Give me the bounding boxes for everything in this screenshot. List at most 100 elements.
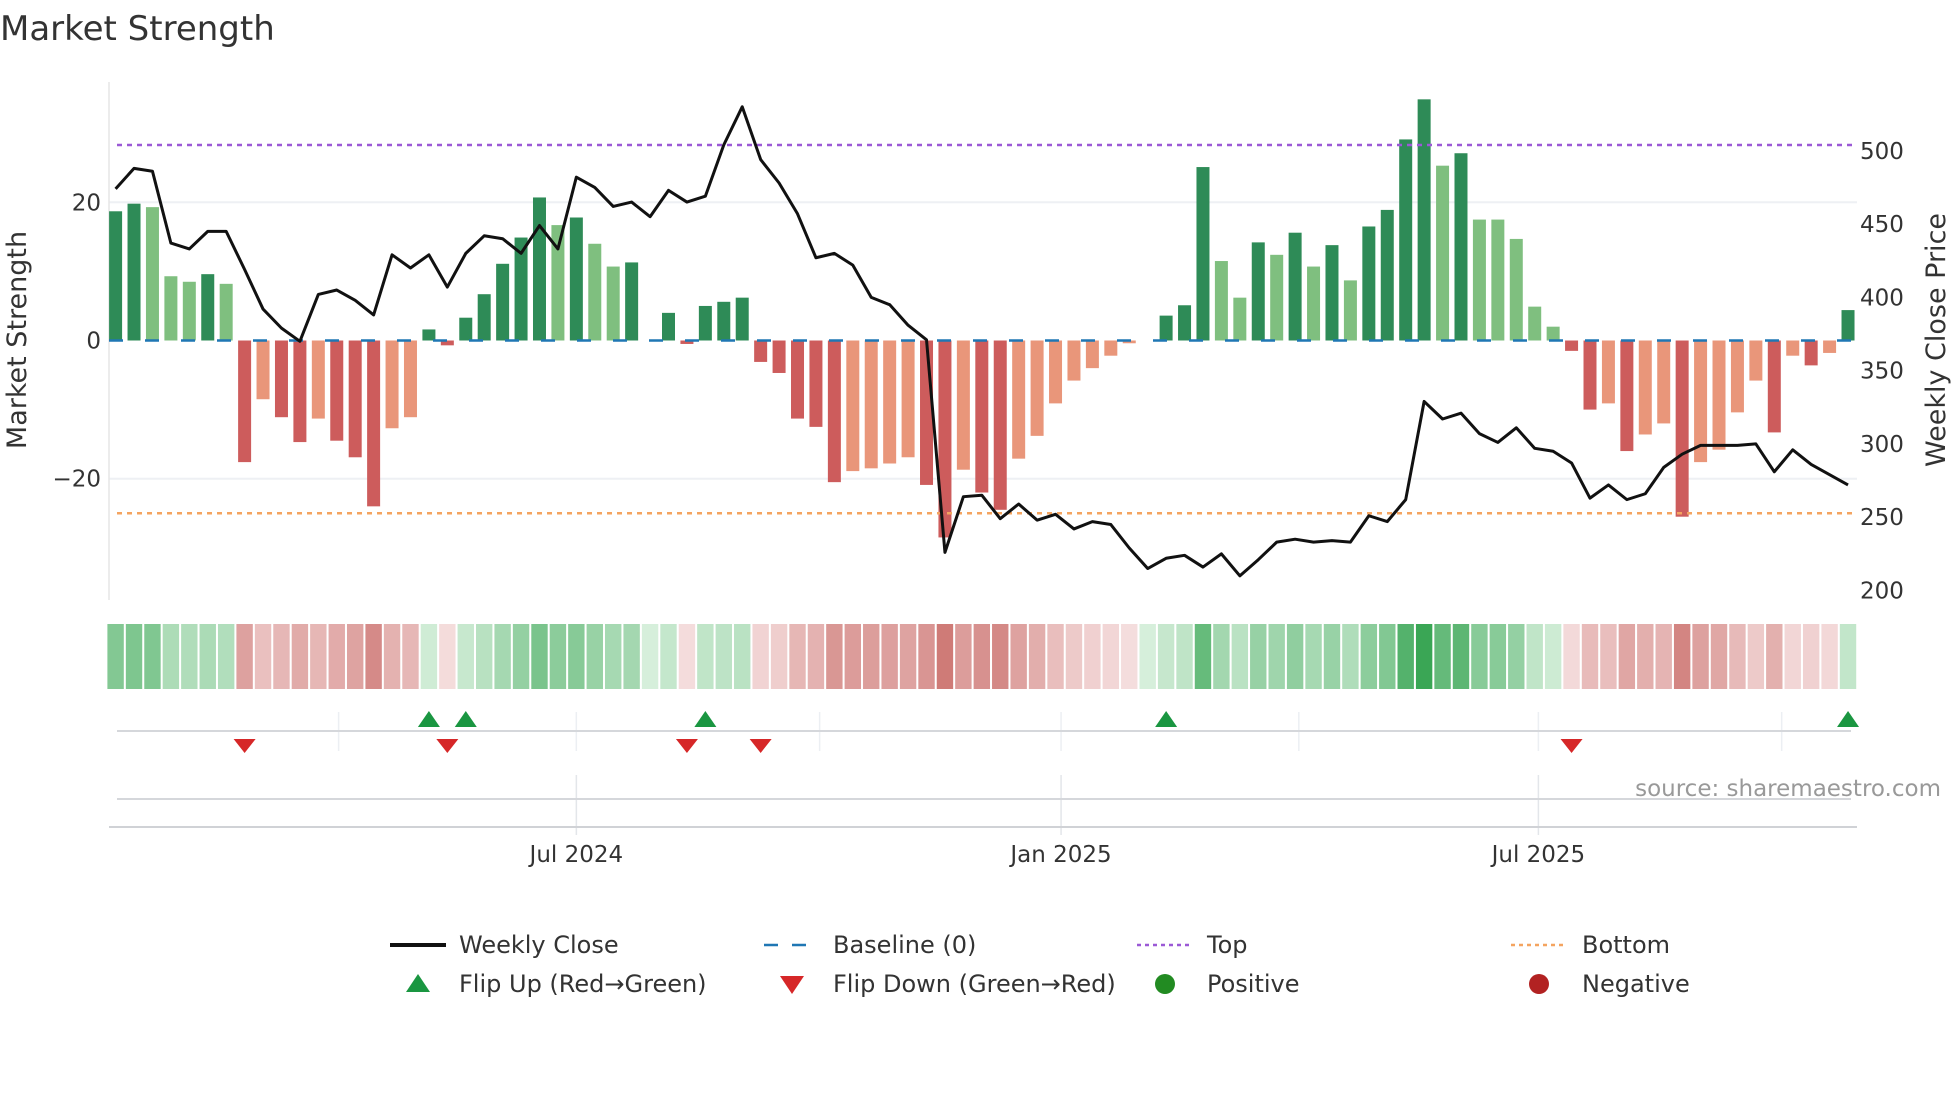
heat-cell bbox=[420, 624, 438, 689]
heat-cell bbox=[254, 624, 272, 689]
strength-bar bbox=[1104, 340, 1118, 356]
strength-bar bbox=[1325, 245, 1339, 341]
legend-item: Flip Up (Red→Green) bbox=[406, 970, 707, 998]
heat-cell bbox=[1452, 624, 1470, 689]
y2-tick-label: 350 bbox=[1860, 359, 1904, 385]
strength-bar bbox=[901, 340, 915, 458]
strength-bar bbox=[1749, 340, 1763, 381]
x-tick-label: Jul 2025 bbox=[1490, 842, 1586, 868]
heat-cell bbox=[973, 624, 991, 689]
heat-cell bbox=[1471, 624, 1488, 689]
heat-cell bbox=[199, 624, 216, 689]
strength-bar bbox=[1307, 266, 1321, 341]
heat-cell bbox=[715, 624, 732, 689]
legend-label: Flip Down (Green→Red) bbox=[833, 970, 1116, 998]
strength-bar bbox=[1454, 153, 1468, 341]
legend-label: Flip Up (Red→Green) bbox=[459, 970, 707, 998]
y-tick-label: −20 bbox=[52, 467, 101, 493]
flip-markers bbox=[109, 711, 1860, 835]
heat-cell bbox=[1563, 624, 1580, 689]
left-ticks: 20 0 −20 bbox=[52, 190, 101, 492]
flip-down-marker bbox=[675, 739, 698, 753]
strength-bar bbox=[109, 211, 123, 341]
heat-cell bbox=[328, 624, 345, 689]
heat-cell bbox=[1784, 624, 1801, 689]
legend-triangle-up-icon bbox=[406, 974, 430, 992]
strength-bar bbox=[662, 312, 675, 341]
source-label: source: sharemaestro.com bbox=[1635, 776, 1941, 802]
flip-up-marker bbox=[694, 711, 717, 727]
heat-cell bbox=[162, 624, 180, 689]
heat-cell bbox=[549, 624, 567, 689]
heat-cell bbox=[531, 624, 548, 689]
heat-cell bbox=[1618, 624, 1636, 689]
strength-bar bbox=[1159, 315, 1173, 341]
heat-cell bbox=[844, 624, 861, 689]
heat-cell bbox=[1176, 624, 1193, 689]
heat-cell bbox=[1286, 624, 1304, 689]
heat-cell bbox=[1139, 624, 1156, 689]
heat-cell bbox=[217, 624, 235, 689]
heat-cell bbox=[605, 624, 622, 689]
heat-cell bbox=[1084, 624, 1101, 689]
heat-cell bbox=[807, 624, 825, 689]
heat-cell bbox=[1581, 624, 1599, 689]
heat-cell bbox=[1489, 624, 1507, 689]
heat-cell bbox=[918, 624, 935, 689]
strength-bar bbox=[1565, 340, 1579, 351]
y2-tick-label: 200 bbox=[1860, 579, 1904, 605]
strength-bar bbox=[1214, 261, 1228, 341]
heat-cell bbox=[512, 624, 530, 689]
heat-cell bbox=[181, 624, 198, 689]
heat-cell bbox=[125, 624, 143, 689]
strength-bar bbox=[145, 207, 159, 341]
y2-tick-label: 500 bbox=[1860, 139, 1904, 165]
heat-cell bbox=[1729, 624, 1746, 689]
heat-cell bbox=[1047, 624, 1064, 689]
flip-down-marker bbox=[1560, 739, 1583, 753]
legend-label: Bottom bbox=[1582, 931, 1670, 959]
strength-bar bbox=[754, 340, 768, 362]
flip-down-marker bbox=[749, 739, 772, 753]
heat-cell bbox=[1194, 624, 1212, 689]
strength-bar bbox=[1804, 340, 1818, 366]
legend-triangle-down-icon bbox=[780, 976, 804, 994]
heat-cell bbox=[881, 624, 898, 689]
heat-cell bbox=[1802, 624, 1820, 689]
strength-bar bbox=[127, 203, 141, 341]
strength-bar bbox=[1436, 165, 1450, 341]
strength-bar bbox=[311, 340, 325, 419]
x-ticks: Jul 2024 Jan 2025 Jul 2025 bbox=[528, 842, 1586, 868]
legend: Weekly Close Baseline (0) Top Bottom Flip Up… bbox=[390, 931, 1690, 998]
flip-up-marker bbox=[1155, 711, 1178, 727]
strength-bar bbox=[1601, 340, 1615, 404]
heat-cell bbox=[457, 624, 474, 689]
heat-cell bbox=[1415, 624, 1433, 689]
heat-cell bbox=[273, 624, 290, 689]
right-ticks: 500 450 400 350 300 250 200 bbox=[1860, 139, 1904, 605]
strength-bar bbox=[1620, 340, 1634, 452]
heat-cell bbox=[1544, 624, 1562, 689]
strength-bar bbox=[735, 297, 749, 341]
strength-bar bbox=[1233, 297, 1247, 341]
flip-up-marker bbox=[454, 711, 477, 727]
legend-item: Flip Down (Green→Red) bbox=[780, 970, 1116, 998]
strength-bar bbox=[809, 340, 823, 427]
flip-down-marker bbox=[233, 739, 256, 753]
strength-bars bbox=[109, 99, 1855, 538]
heat-cell bbox=[1839, 624, 1857, 689]
strength-bar bbox=[827, 340, 841, 483]
strength-bar bbox=[1362, 226, 1376, 341]
strength-bar bbox=[625, 262, 639, 341]
heat-cell bbox=[623, 624, 640, 689]
legend-label: Baseline (0) bbox=[833, 931, 976, 959]
strength-bar bbox=[1030, 340, 1044, 436]
heat-cell bbox=[734, 624, 751, 689]
strength-bar bbox=[274, 340, 288, 418]
heat-cell bbox=[1508, 624, 1525, 689]
strength-bar bbox=[1767, 340, 1781, 433]
strength-bar bbox=[1251, 242, 1265, 341]
heat-cell bbox=[1102, 624, 1120, 689]
heat-cell bbox=[697, 624, 714, 689]
heat-cell bbox=[107, 624, 124, 689]
